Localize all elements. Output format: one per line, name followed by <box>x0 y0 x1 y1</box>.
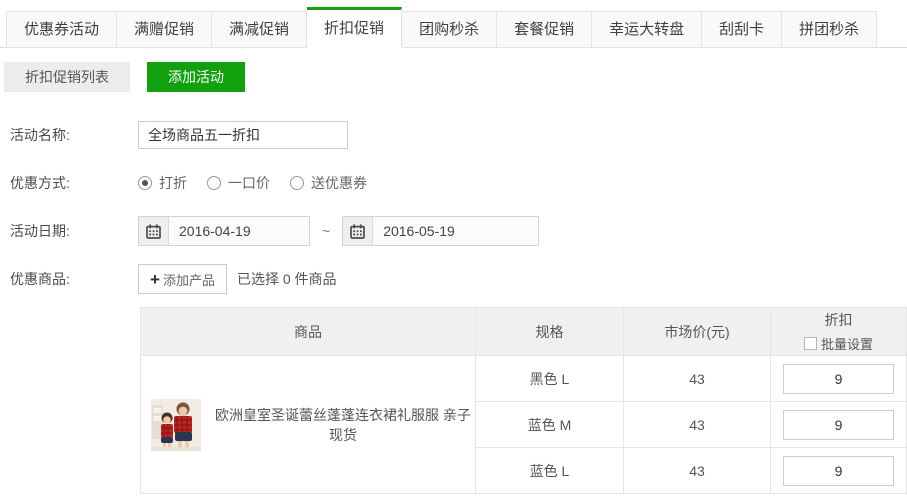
radio-label: 送优惠券 <box>311 173 367 193</box>
spec-cell: 蓝色 M <box>476 402 624 448</box>
add-activity-form: 活动名称: 优惠方式: 打折 一口价 送优惠券 活动日期: 2016-0 <box>10 120 907 294</box>
header-spec: 规格 <box>476 308 624 356</box>
price-cell: 43 <box>624 356 771 402</box>
discount-cell <box>771 448 907 494</box>
table-header-row: 商品 规格 市场价(元) 折扣 批量设置 <box>141 308 907 356</box>
discount-input[interactable] <box>783 410 894 440</box>
header-discount-title: 折扣 <box>771 310 906 330</box>
tab-package-promo[interactable]: 套餐促销 <box>497 11 592 48</box>
header-product: 商品 <box>141 308 476 356</box>
radio-icon <box>138 176 152 190</box>
activity-name-input[interactable] <box>138 121 348 149</box>
add-product-label: 添加产品 <box>163 270 215 289</box>
product-cell: 欧洲皇室圣诞蕾丝蓬蓬连衣裙礼服服 亲子现货 <box>141 356 476 494</box>
spec-cell: 蓝色 L <box>476 448 624 494</box>
batch-set-checkbox[interactable] <box>804 337 817 350</box>
activity-name-label: 活动名称: <box>10 125 138 145</box>
discount-method-options: 打折 一口价 送优惠券 <box>138 173 387 193</box>
price-cell: 43 <box>624 402 771 448</box>
product-image <box>151 399 201 451</box>
date-start-field[interactable]: 2016-04-19 <box>138 216 310 246</box>
discount-products-row: 优惠商品: + 添加产品 已选择 0 件商品 <box>10 264 907 294</box>
add-product-button[interactable]: + 添加产品 <box>138 264 227 294</box>
selected-count-text: 已选择 0 件商品 <box>237 269 337 289</box>
discount-input[interactable] <box>783 456 894 486</box>
discount-cell <box>771 402 907 448</box>
date-range-separator: ~ <box>322 223 330 239</box>
radio-option-yikoujia[interactable]: 一口价 <box>207 173 270 193</box>
promotion-tabbar: 优惠券活动 满赠促销 满减促销 折扣促销 团购秒杀 套餐促销 幸运大转盘 刮刮卡… <box>0 8 907 48</box>
discount-method-row: 优惠方式: 打折 一口价 送优惠券 <box>10 168 907 198</box>
subtab-bar: 折扣促销列表 添加活动 <box>4 62 907 92</box>
date-start-value: 2016-04-19 <box>169 223 261 239</box>
tab-discount-promo[interactable]: 折扣促销 <box>307 7 402 48</box>
price-cell: 43 <box>624 448 771 494</box>
date-end-value: 2016-05-19 <box>373 223 465 239</box>
discount-input[interactable] <box>783 364 894 394</box>
discount-cell <box>771 356 907 402</box>
subtab-discount-list[interactable]: 折扣促销列表 <box>4 62 130 92</box>
activity-date-row: 活动日期: 2016-04-19 ~ 2016-05-19 <box>10 216 907 246</box>
calendar-icon[interactable] <box>343 217 373 245</box>
header-market-price: 市场价(元) <box>624 308 771 356</box>
batch-set-label: 批量设置 <box>821 334 873 353</box>
calendar-icon[interactable] <box>139 217 169 245</box>
activity-name-row: 活动名称: <box>10 120 907 150</box>
tab-full-gift-promo[interactable]: 满赠促销 <box>117 11 212 48</box>
discount-products-table: 商品 规格 市场价(元) 折扣 批量设置 <box>140 307 907 494</box>
tab-lucky-wheel[interactable]: 幸运大转盘 <box>592 11 702 48</box>
plus-icon: + <box>150 271 160 288</box>
tab-scratch-card[interactable]: 刮刮卡 <box>702 11 782 48</box>
radio-icon <box>207 176 221 190</box>
tab-full-reduction-promo[interactable]: 满减促销 <box>212 11 307 48</box>
table-row: 欧洲皇室圣诞蕾丝蓬蓬连衣裙礼服服 亲子现货 黑色 L 43 <box>141 356 907 402</box>
spec-cell: 黑色 L <box>476 356 624 402</box>
tab-coupon-activity[interactable]: 优惠券活动 <box>6 11 117 48</box>
radio-icon <box>290 176 304 190</box>
product-name: 欧洲皇室圣诞蕾丝蓬蓬连衣裙礼服服 亲子现货 <box>211 405 475 445</box>
discount-method-label: 优惠方式: <box>10 173 138 193</box>
radio-label: 一口价 <box>228 173 270 193</box>
tab-group-seckill[interactable]: 团购秒杀 <box>402 11 497 48</box>
radio-option-songyouhuiquan[interactable]: 送优惠券 <box>290 173 367 193</box>
discount-products-label: 优惠商品: <box>10 269 138 289</box>
radio-option-dazhe[interactable]: 打折 <box>138 173 187 193</box>
tab-pintuan-seckill[interactable]: 拼团秒杀 <box>782 11 877 48</box>
radio-label: 打折 <box>159 173 187 193</box>
activity-date-label: 活动日期: <box>10 221 138 241</box>
header-discount: 折扣 批量设置 <box>771 308 907 356</box>
date-end-field[interactable]: 2016-05-19 <box>342 216 539 246</box>
subtab-add-activity[interactable]: 添加活动 <box>147 62 245 92</box>
